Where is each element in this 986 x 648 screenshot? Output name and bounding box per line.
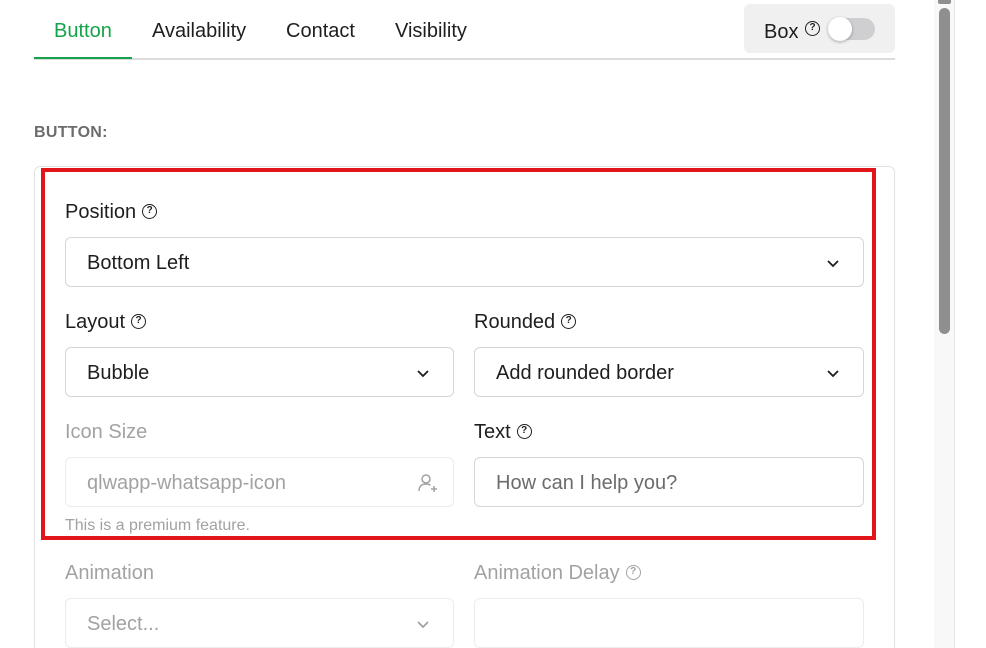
layout-label-text: Layout: [65, 311, 126, 333]
text-label: Text?: [474, 421, 532, 444]
chevron-down-icon: [827, 370, 839, 378]
animation-label: Animation: [65, 562, 154, 584]
tab-availability[interactable]: Availability: [152, 20, 246, 43]
rounded-value: Add rounded border: [496, 362, 674, 384]
layout-select[interactable]: Bubble: [65, 347, 454, 397]
scroll-up-arrow[interactable]: [938, 0, 951, 4]
divider: [954, 0, 955, 648]
text-label-text: Text: [474, 421, 511, 443]
animation-placeholder: Select...: [87, 613, 160, 635]
icon-size-input: qlwapp-whatsapp-icon: [65, 457, 454, 507]
position-label: Position?: [65, 201, 158, 224]
active-tab-indicator: [34, 57, 132, 59]
chevron-down-icon: [417, 370, 429, 378]
layout-label: Layout?: [65, 311, 147, 334]
help-icon[interactable]: ?: [805, 21, 820, 36]
rounded-select[interactable]: Add rounded border: [474, 347, 864, 397]
animation-delay-label-text: Animation Delay: [474, 562, 620, 584]
help-icon[interactable]: ?: [131, 313, 147, 329]
chevron-down-icon: [417, 621, 429, 629]
text-placeholder: How can I help you?: [496, 472, 678, 494]
help-icon[interactable]: ?: [142, 203, 158, 219]
animation-delay-label: Animation Delay?: [474, 562, 641, 585]
section-title: BUTTON:: [34, 124, 108, 141]
position-value: Bottom Left: [87, 252, 190, 274]
position-label-text: Position: [65, 201, 137, 223]
chevron-down-icon: [827, 260, 839, 268]
box-toggle-label: Box: [764, 21, 799, 43]
scrollbar-thumb[interactable]: [939, 8, 950, 334]
help-icon[interactable]: ?: [561, 313, 577, 329]
layout-value: Bubble: [87, 362, 150, 384]
rounded-label-text: Rounded: [474, 311, 556, 333]
animation-delay-input: [474, 598, 864, 648]
box-toggle-switch[interactable]: [828, 17, 875, 41]
icon-size-placeholder: qlwapp-whatsapp-icon: [87, 472, 287, 494]
tab-visibility[interactable]: Visibility: [395, 20, 467, 43]
icon-size-label: Icon Size: [65, 421, 148, 443]
box-toggle-container: Box ?: [744, 4, 895, 53]
animation-select: Select...: [65, 598, 454, 648]
help-icon[interactable]: ?: [516, 423, 532, 439]
toggle-knob: [828, 17, 852, 41]
tab-button[interactable]: Button: [54, 20, 112, 43]
tab-contact[interactable]: Contact: [286, 20, 355, 43]
user-add-icon: [418, 474, 437, 492]
text-input[interactable]: How can I help you?: [474, 457, 864, 507]
help-icon: ?: [625, 564, 641, 580]
rounded-label: Rounded?: [474, 311, 577, 334]
position-select[interactable]: Bottom Left: [65, 237, 864, 287]
premium-feature-note: This is a premium feature.: [65, 517, 250, 534]
